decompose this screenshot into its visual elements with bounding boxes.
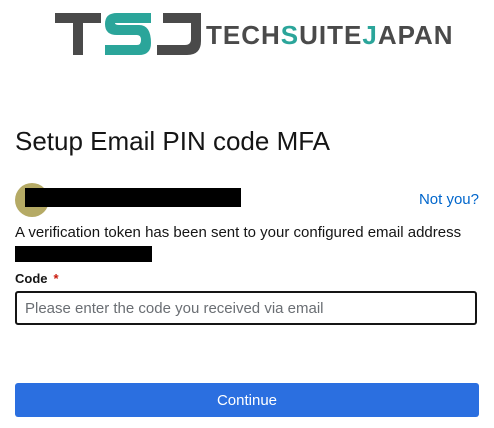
code-input[interactable] [15, 291, 477, 325]
brand-wordmark-accent: S [280, 20, 300, 50]
verification-message-text: A verification token has been sent to yo… [15, 224, 462, 241]
brand-wordmark-part3: APAN [377, 20, 454, 50]
continue-button[interactable]: Continue [15, 383, 479, 417]
code-label: Code * [15, 271, 59, 286]
brand-wordmark-part1: TECH [206, 20, 281, 50]
redacted-email [15, 246, 152, 262]
tsj-logo-mark [55, 13, 201, 55]
required-marker: * [53, 271, 59, 286]
redacted-username [25, 188, 241, 207]
brand-wordmark-accent2: J [362, 20, 378, 50]
brand-wordmark-part2: UITE [299, 20, 363, 50]
not-you-link[interactable]: Not you? [419, 191, 479, 208]
verification-message: A verification token has been sent to yo… [15, 222, 465, 266]
code-label-text: Code [15, 271, 48, 286]
page-title: Setup Email PIN code MFA [15, 126, 331, 156]
brand-wordmark: TECHSUITEJAPAN [206, 20, 454, 51]
